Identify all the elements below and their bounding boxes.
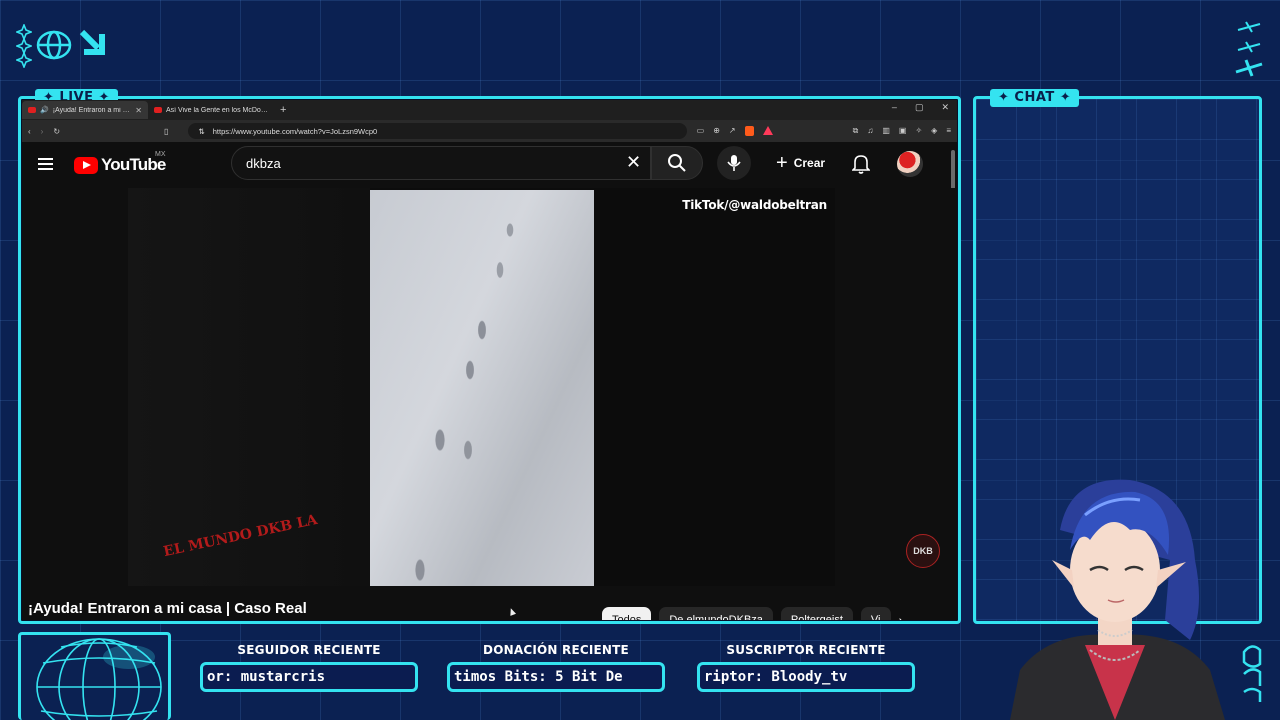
- recent-subscriber-value: riptor: Bloody_tv: [704, 669, 848, 685]
- recent-follower-box: or: mustarcris: [200, 662, 418, 692]
- youtube-favicon-icon: [154, 107, 162, 113]
- reload-icon[interactable]: ↻: [53, 127, 60, 136]
- microphone-icon: [727, 155, 741, 171]
- chip-all[interactable]: Todos: [602, 607, 652, 620]
- globe-icon: [36, 30, 72, 60]
- globe-wireframe-icon: [36, 638, 162, 720]
- create-button[interactable]: + Crear: [774, 149, 827, 177]
- mouse-cursor-icon: [507, 607, 517, 616]
- hamburger-menu-icon[interactable]: [38, 158, 53, 170]
- recent-donation-box: timos Bits: 5 Bit De: [447, 662, 665, 692]
- sidebar-icon[interactable]: ▥: [882, 126, 890, 136]
- vpn-icon[interactable]: ◈: [931, 126, 937, 136]
- bell-icon[interactable]: [852, 154, 870, 174]
- video-title: ¡Ayuda! Entraron a mi casa | Caso Real: [28, 600, 307, 617]
- country-code: MX: [155, 151, 166, 158]
- search-value: dkbza: [246, 155, 281, 171]
- speaker-icon: 🔊: [40, 107, 49, 114]
- url-field[interactable]: ⇅ https://www.youtube.com/watch?v=JoLzsn…: [188, 123, 687, 139]
- sparkle-icon: [16, 24, 32, 68]
- leo-icon[interactable]: ✧: [915, 126, 922, 136]
- recent-subscriber-box: riptor: Bloody_tv: [697, 662, 915, 692]
- snow-footprints-image: [370, 190, 594, 586]
- tab-video[interactable]: 🔊 ¡Ayuda! Entraron a mi casa | C ✕: [22, 101, 148, 119]
- browser-window: 🔊 ¡Ayuda! Entraron a mi casa | C ✕ Así V…: [22, 100, 957, 620]
- brave-shield-icon[interactable]: [744, 126, 754, 136]
- recent-subscriber-label: SUSCRIPTOR RECIENTE: [726, 643, 886, 657]
- chat-label: ✦ CHAT ✦: [990, 89, 1080, 107]
- youtube-wordmark: YouTube: [101, 155, 166, 174]
- recent-donation-label: DONACIÓN RECIENTE: [483, 643, 629, 657]
- chip-more[interactable]: Vi: [860, 607, 891, 620]
- new-tab-button[interactable]: +: [280, 104, 286, 116]
- menu-icon[interactable]: ≡: [946, 126, 951, 136]
- tab-bar: 🔊 ¡Ayuda! Entraron a mi casa | C ✕ Así V…: [22, 100, 957, 120]
- chip-poltergeist[interactable]: Poltergeist: [780, 607, 853, 620]
- tab-title: Así Vive la Gente en los McDonalds d: [166, 106, 268, 114]
- chip-channel[interactable]: De elmundoDKBza: [659, 607, 773, 620]
- sparkle-icon: [1235, 21, 1263, 77]
- voice-search-button[interactable]: [717, 146, 751, 180]
- search-button[interactable]: [651, 146, 703, 180]
- youtube-header: YouTube MX dkbza ✕ + Crear: [22, 142, 957, 188]
- brave-rewards-icon[interactable]: [762, 126, 773, 135]
- toolbar-extensions: ⧉ ♫ ▥ ▣ ✧ ◈ ≡: [853, 126, 951, 136]
- extensions-icon[interactable]: ⧉: [853, 126, 859, 136]
- vtuber-avatar: [1010, 479, 1225, 720]
- arrow-down-right-icon: [79, 29, 105, 55]
- site-settings-icon[interactable]: ⇅: [198, 127, 204, 136]
- url-text: https://www.youtube.com/watch?v=JoLzsn9W…: [212, 126, 378, 136]
- video-frame[interactable]: TikTok/@waldobeltran EL MUNDO DKB LA DKB: [128, 188, 940, 586]
- youtube-play-icon: [74, 156, 98, 174]
- chip-bar: Todos De elmundoDKBza Poltergeist Vi ›: [602, 607, 903, 620]
- tiktok-credit: TikTok/@waldobeltran: [682, 198, 827, 212]
- back-icon[interactable]: ‹: [28, 127, 31, 136]
- window-controls: – ▢ ✕: [892, 102, 949, 113]
- zoom-icon[interactable]: ⊕: [713, 126, 720, 136]
- recent-follower-value: or: mustarcris: [207, 669, 326, 685]
- dkb-badge: DKB: [906, 534, 940, 568]
- wallet-icon[interactable]: ▣: [899, 126, 907, 136]
- plus-icon: +: [776, 152, 788, 174]
- close-tab-icon[interactable]: ✕: [135, 106, 142, 115]
- close-window-button[interactable]: ✕: [941, 102, 949, 113]
- tab-title: ¡Ayuda! Entraron a mi casa | C: [52, 106, 132, 114]
- address-actions: ▭ ⊕ ↗: [697, 126, 773, 136]
- create-label: Crear: [793, 156, 826, 170]
- search-input[interactable]: dkbza: [231, 146, 651, 180]
- media-icon[interactable]: ♫: [867, 126, 873, 136]
- share-icon[interactable]: ↗: [729, 126, 736, 136]
- search-icon: [668, 154, 686, 172]
- address-bar: ‹ › ↻ ▯ ⇅ https://www.youtube.com/watch?…: [22, 120, 957, 142]
- account-avatar[interactable]: [897, 151, 923, 177]
- forward-icon[interactable]: ›: [41, 127, 44, 136]
- youtube-favicon-icon: [28, 107, 36, 113]
- clear-search-icon[interactable]: ✕: [626, 152, 641, 173]
- youtube-logo[interactable]: YouTube: [74, 155, 166, 175]
- cast-icon[interactable]: ▭: [697, 126, 705, 136]
- recent-donation-value: timos Bits: 5 Bit De: [454, 669, 623, 685]
- minimize-button[interactable]: –: [892, 102, 897, 113]
- globe-frame: [18, 632, 171, 720]
- chevron-right-icon[interactable]: ›: [899, 612, 904, 620]
- decorative-rings-icon: [1242, 645, 1262, 702]
- bookmark-icon[interactable]: ▯: [164, 127, 168, 136]
- tab-mcdonalds[interactable]: Así Vive la Gente en los McDonalds d: [148, 101, 274, 119]
- maximize-button[interactable]: ▢: [915, 102, 924, 113]
- recent-follower-label: SEGUIDOR RECIENTE: [237, 643, 381, 657]
- video-player[interactable]: TikTok/@waldobeltran EL MUNDO DKB LA DKB: [22, 188, 957, 586]
